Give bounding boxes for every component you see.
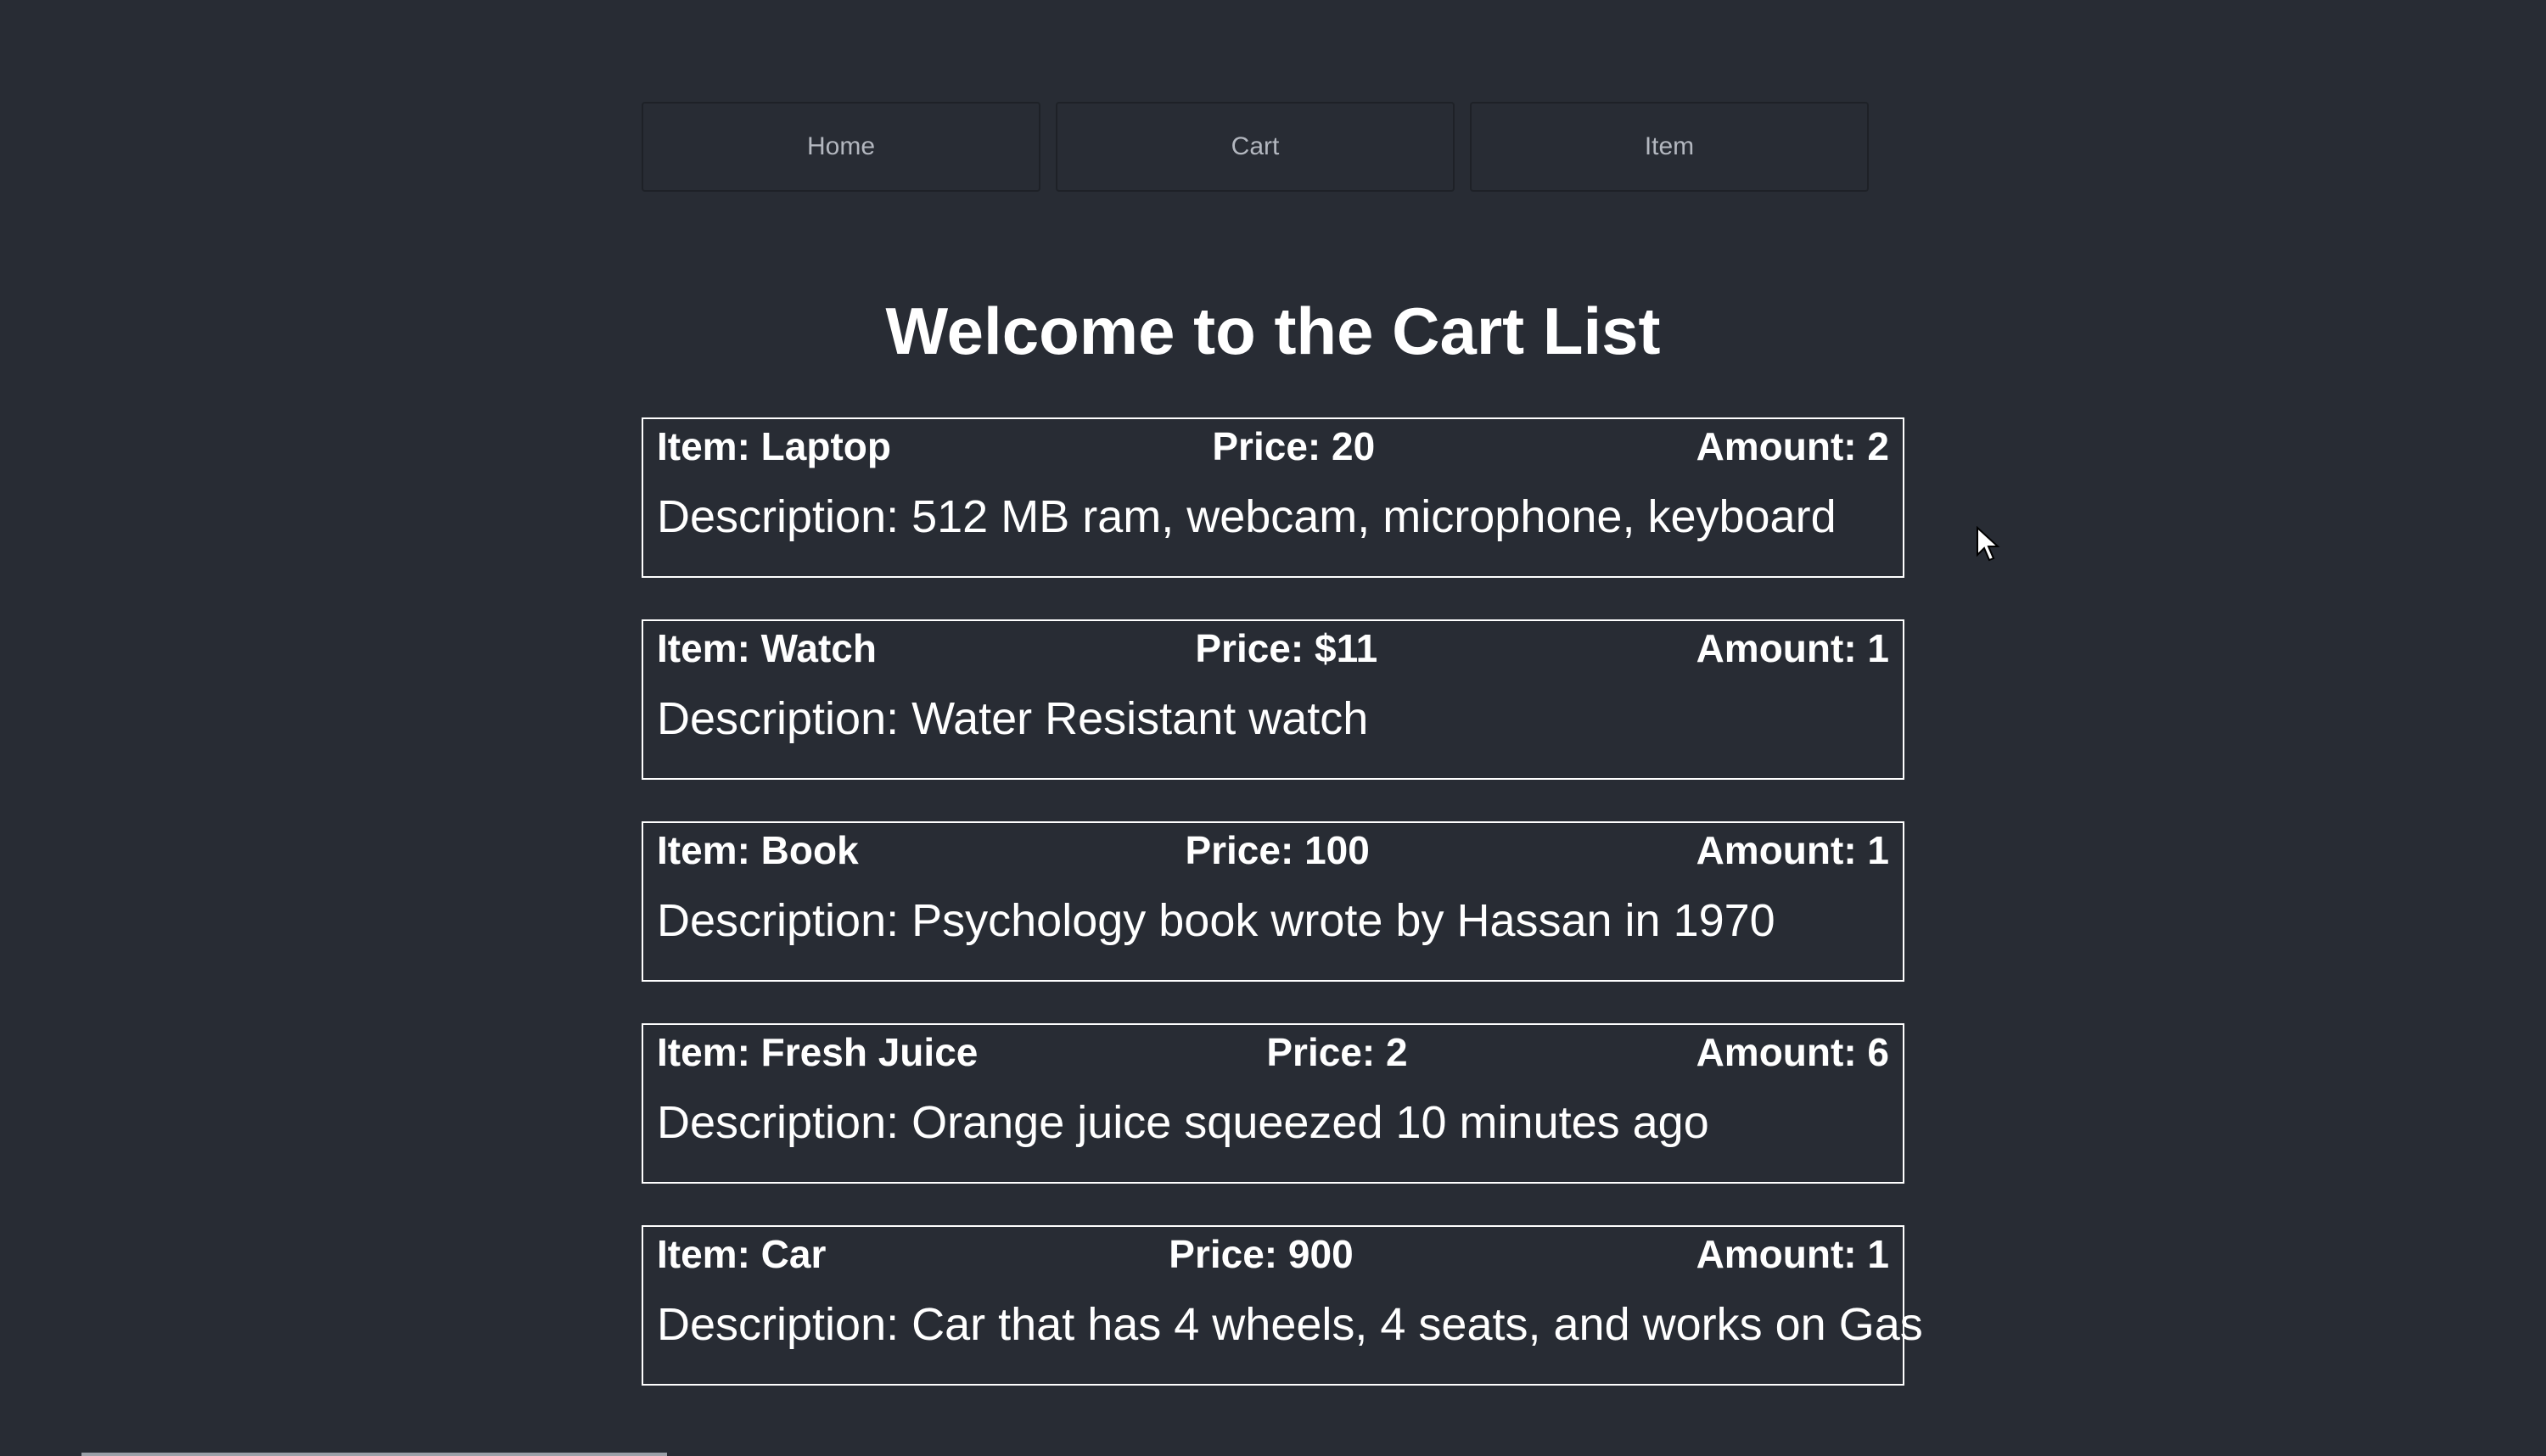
nav-item-button[interactable]: Item — [1470, 102, 1869, 192]
item-price: Price: $11 — [1195, 626, 1378, 670]
item-description: Description: Orange juice squeezed 10 mi… — [657, 1097, 1709, 1148]
item-description: Description: Water Resistant watch — [657, 693, 1369, 744]
cart-item-header: Item: Fresh Juice Price: 2 Amount: 6 — [657, 1025, 1889, 1079]
nav-cart-button[interactable]: Cart — [1056, 102, 1455, 192]
cart-list: Item: Laptop Price: 20 Amount: 2 Descrip… — [642, 417, 1923, 1427]
item-amount: Amount: 1 — [1696, 626, 1889, 670]
item-name: Item: Fresh Juice — [657, 1030, 979, 1074]
cart-page: Home Cart Item Welcome to the Cart List … — [0, 0, 2546, 1456]
item-description: Description: Car that has 4 wheels, 4 se… — [657, 1299, 1923, 1350]
page-title-text: Welcome to the Cart List — [885, 294, 1661, 368]
item-description: Description: Psychology book wrote by Ha… — [657, 895, 1775, 946]
nav-home-button[interactable]: Home — [642, 102, 1040, 192]
cart-item-laptop: Item: Laptop Price: 20 Amount: 2 Descrip… — [642, 417, 1904, 578]
item-amount: Amount: 2 — [1696, 424, 1889, 468]
cart-item-book: Item: Book Price: 100 Amount: 1 Descript… — [642, 821, 1904, 982]
item-amount: Amount: 1 — [1696, 1232, 1889, 1276]
cart-item-header: Item: Book Price: 100 Amount: 1 — [657, 823, 1889, 877]
cart-item-header: Item: Car Price: 900 Amount: 1 — [657, 1227, 1889, 1281]
item-name: Item: Car — [657, 1232, 827, 1276]
item-price: Price: 100 — [1185, 828, 1370, 872]
item-price: Price: 20 — [1212, 424, 1376, 468]
item-amount: Amount: 6 — [1696, 1030, 1889, 1074]
item-name: Item: Laptop — [657, 424, 891, 468]
horizontal-scrollbar[interactable] — [81, 1453, 667, 1456]
cart-item-header: Item: Watch Price: $11 Amount: 1 — [657, 621, 1889, 675]
page-title: Welcome to the Cart List — [0, 294, 2546, 368]
item-description: Description: 512 MB ram, webcam, microph… — [657, 491, 1837, 542]
cart-item-car: Item: Car Price: 900 Amount: 1 Descripti… — [642, 1225, 1923, 1386]
top-nav: Home Cart Item — [642, 102, 1869, 192]
cart-item-fresh-juice: Item: Fresh Juice Price: 2 Amount: 6 Des… — [642, 1023, 1904, 1184]
item-name: Item: Watch — [657, 626, 877, 670]
item-amount: Amount: 1 — [1696, 828, 1889, 872]
item-name: Item: Book — [657, 828, 859, 872]
item-price: Price: 900 — [1169, 1232, 1354, 1276]
item-price: Price: 2 — [1266, 1030, 1408, 1074]
cart-item-watch: Item: Watch Price: $11 Amount: 1 Descrip… — [642, 619, 1904, 780]
mouse-cursor-icon — [1977, 526, 2000, 562]
cart-item-header: Item: Laptop Price: 20 Amount: 2 — [657, 419, 1889, 473]
